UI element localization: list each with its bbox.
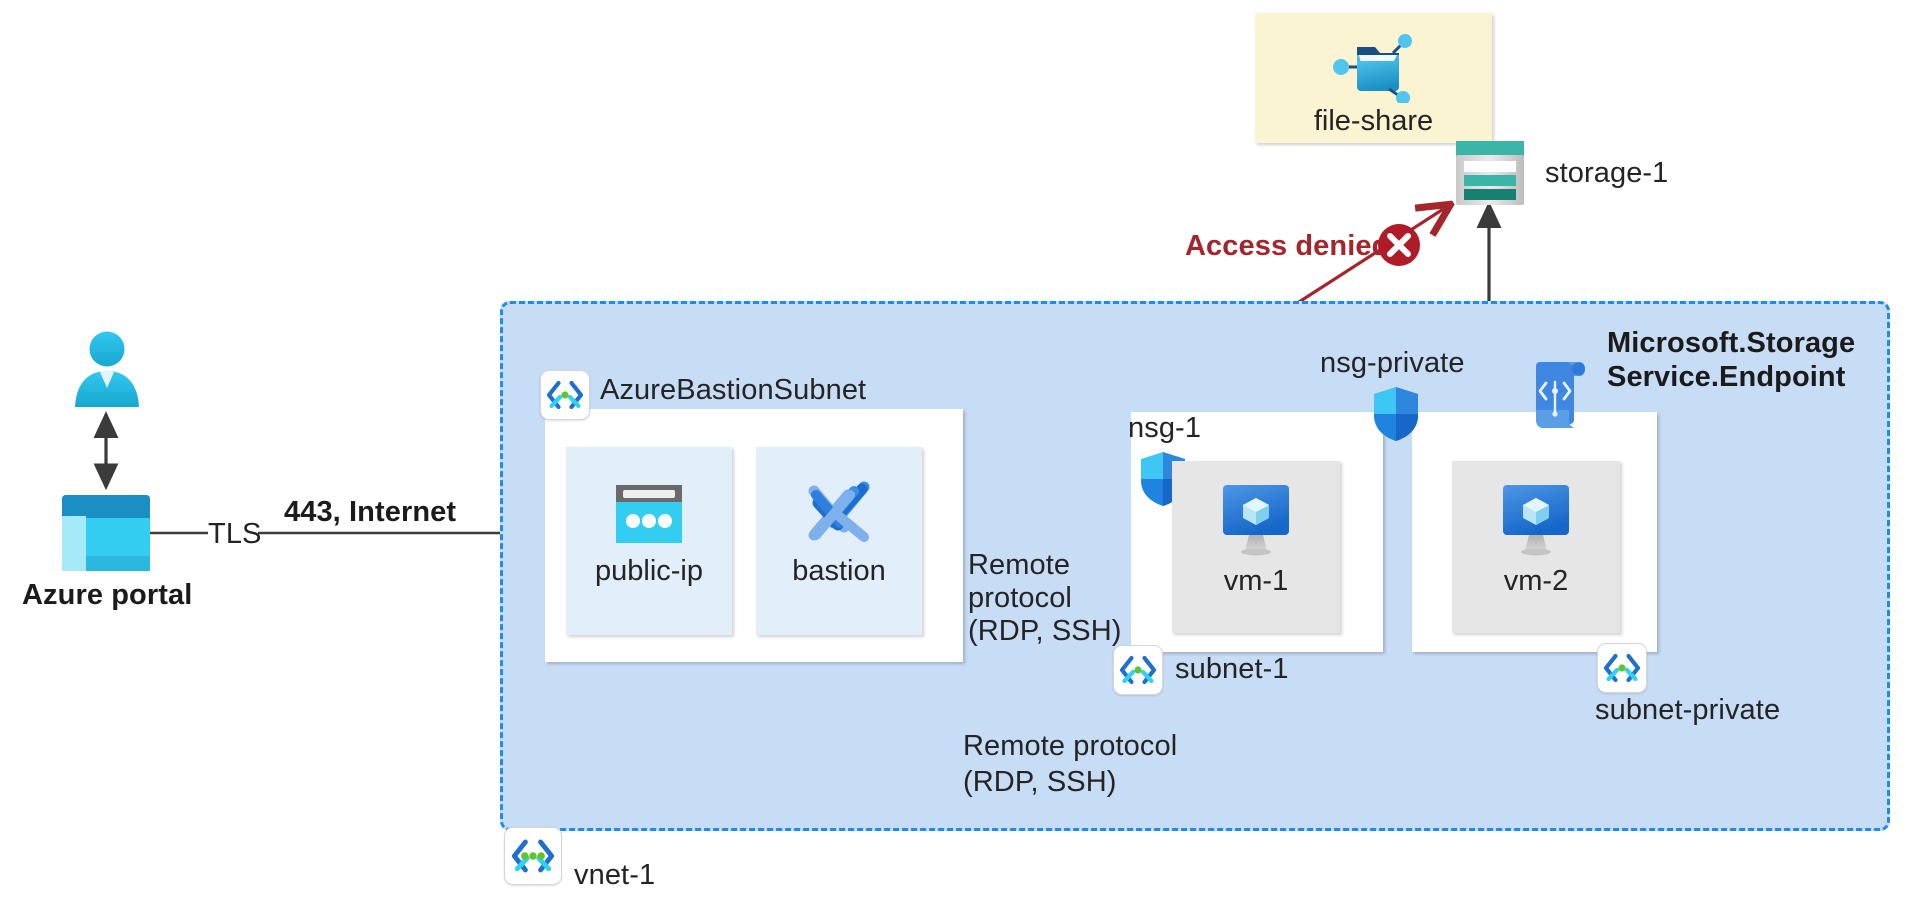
vm-1-tile[interactable]: vm-1	[1172, 461, 1340, 633]
service-endpoint-label-line1: Microsoft.Storage	[1607, 327, 1856, 359]
subnet-icon	[1113, 645, 1163, 695]
bastion-label: bastion	[792, 555, 886, 587]
service-endpoint-label-line2: Service.Endpoint	[1607, 361, 1846, 393]
public-ip-tile[interactable]: public-ip	[566, 447, 732, 635]
file-share-label: file-share	[1313, 105, 1434, 137]
nsg-shield-icon	[1372, 385, 1420, 443]
remote-protocol-label-1-line3: (RDP, SSH)	[968, 615, 1122, 647]
vm-2-tile[interactable]: vm-2	[1452, 461, 1620, 633]
internet-port-label: 443, Internet	[284, 496, 457, 528]
user-icon	[72, 330, 142, 410]
virtual-machine-icon	[1497, 483, 1575, 559]
tls-label: TLS	[208, 518, 262, 550]
file-share-icon	[1333, 31, 1415, 103]
bastion-icon	[804, 477, 876, 549]
remote-protocol-label-2-line2: (RDP, SSH)	[963, 766, 1117, 798]
subnet-icon	[540, 370, 590, 420]
subnet-1-label: subnet-1	[1175, 653, 1289, 685]
virtual-machine-icon	[1217, 483, 1295, 559]
azure-portal-icon	[62, 495, 150, 571]
bastion-tile[interactable]: bastion	[756, 447, 922, 635]
azure-portal-label: Azure portal	[22, 579, 193, 611]
vnet-icon	[504, 827, 562, 885]
nsg-private-label: nsg-private	[1320, 347, 1465, 379]
architecture-diagram: Azure portal TLS 443, Internet AzureBast…	[0, 0, 1911, 907]
vm-2-label: vm-2	[1503, 565, 1569, 597]
vnet-label: vnet-1	[574, 859, 656, 891]
remote-protocol-label-2-line1: Remote protocol	[963, 730, 1178, 762]
storage-1-label: storage-1	[1545, 157, 1669, 189]
public-ip-label: public-ip	[595, 555, 703, 587]
remote-protocol-label-1-line1: Remote	[968, 549, 1071, 581]
subnet-private-label: subnet-private	[1595, 694, 1781, 726]
service-endpoint-icon	[1528, 358, 1586, 430]
file-share-card[interactable]: file-share	[1255, 13, 1492, 143]
access-denied-label: Access denied	[1185, 230, 1390, 262]
access-denied-icon	[1376, 222, 1422, 268]
azure-bastion-subnet-label: AzureBastionSubnet	[600, 374, 867, 406]
vm-1-label: vm-1	[1223, 565, 1289, 597]
subnet-icon	[1597, 643, 1647, 693]
remote-protocol-label-1-line2: protocol	[968, 582, 1072, 614]
nsg-1-label: nsg-1	[1128, 412, 1202, 444]
storage-account-icon	[1454, 141, 1526, 207]
public-ip-icon	[616, 485, 682, 543]
